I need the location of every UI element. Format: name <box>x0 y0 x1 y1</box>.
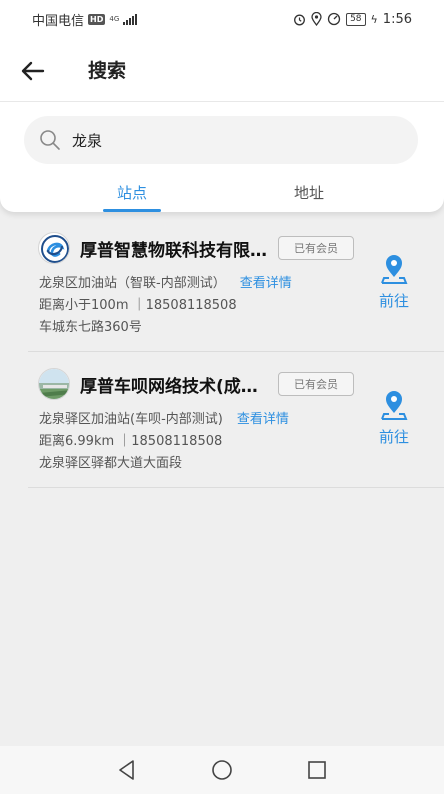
station-name: 厚普智慧物联科技有限公司 <box>80 241 272 261</box>
station-card[interactable]: 厚普智慧物联科技有限公司 已有会员 龙泉区加油站（智联-内部测试） 查看详情 距离… <box>28 216 444 352</box>
swirl-logo-icon <box>38 232 70 264</box>
station-card[interactable]: 厚普车呗网络技术(成都)有限公司 已有会员 龙泉驿区加油站(车呗-内部测试) 查看… <box>28 352 444 488</box>
nav-back-triangle-icon[interactable] <box>115 758 139 782</box>
navigate-label: 前往 <box>378 292 409 310</box>
signal-icon <box>123 13 138 25</box>
search-box[interactable] <box>24 116 418 164</box>
view-details-link[interactable]: 查看详情 <box>240 276 292 291</box>
landscape-logo-icon <box>38 368 70 400</box>
battery-icon: 58 <box>346 12 366 26</box>
station-label: 龙泉驿区加油站(车呗-内部测试) <box>39 412 223 427</box>
station-list: 厚普智慧物联科技有限公司 已有会员 龙泉区加油站（智联-内部测试） 查看详情 距离… <box>0 216 444 488</box>
system-nav-bar <box>0 746 444 794</box>
active-tab-indicator <box>103 209 161 212</box>
battery-level: 58 <box>350 13 362 24</box>
alarm-icon <box>294 14 306 25</box>
search-icon <box>40 130 60 150</box>
arrow-left-icon <box>21 61 45 81</box>
station-address: 龙泉驿区驿都大道大面段 <box>39 456 183 471</box>
charging-icon: ϟ <box>370 12 378 26</box>
header-divider <box>0 101 444 102</box>
navigate-button[interactable]: 前往 <box>364 252 424 318</box>
member-badge: 已有会员 <box>278 372 354 396</box>
hd-badge: HD <box>88 13 106 25</box>
carrier-name: 中国电信 <box>32 13 85 29</box>
tab-bar: 站点 地址 <box>0 178 444 212</box>
app-header: 搜索 <box>0 44 444 96</box>
navigate-button[interactable]: 前往 <box>364 388 424 454</box>
speed-icon <box>327 12 341 26</box>
view-details-link[interactable]: 查看详情 <box>237 412 289 427</box>
back-button[interactable] <box>16 54 50 88</box>
map-pin-icon <box>381 391 408 420</box>
network-type: 4G <box>109 14 120 23</box>
status-right: 58 ϟ 1:56 <box>293 12 412 27</box>
status-left: 中国电信 HD 4G <box>32 10 138 29</box>
search-input[interactable] <box>72 131 392 149</box>
clock-time: 1:56 <box>382 11 412 27</box>
nav-recent-square-icon[interactable] <box>305 758 329 782</box>
map-pin-icon <box>381 255 408 284</box>
station-label-row: 龙泉区加油站（智联-内部测试） 查看详情 <box>39 272 292 291</box>
nav-home-circle-icon[interactable] <box>210 758 234 782</box>
station-name: 厚普车呗网络技术(成都)有限公司 <box>80 377 272 397</box>
member-badge: 已有会员 <box>278 236 354 260</box>
distance-phone: 距离6.99km ｜18508118508 <box>39 434 223 449</box>
navigate-label: 前往 <box>378 428 409 446</box>
tab-address[interactable]: 地址 <box>294 182 324 203</box>
distance-phone: 距离小于100m ｜18508118508 <box>39 298 237 313</box>
station-label: 龙泉区加油站（智联-内部测试） <box>39 276 226 291</box>
station-address: 车城东七路360号 <box>39 320 142 335</box>
page-title: 搜索 <box>88 60 127 82</box>
location-icon <box>311 12 322 26</box>
status-bar: 中国电信 HD 4G 58 ϟ 1:56 <box>0 0 444 38</box>
tab-stations[interactable]: 站点 <box>117 182 147 203</box>
top-panel: 中国电信 HD 4G 58 ϟ 1:56 搜索 站点 地址 <box>0 0 444 212</box>
station-label-row: 龙泉驿区加油站(车呗-内部测试) 查看详情 <box>39 408 289 427</box>
